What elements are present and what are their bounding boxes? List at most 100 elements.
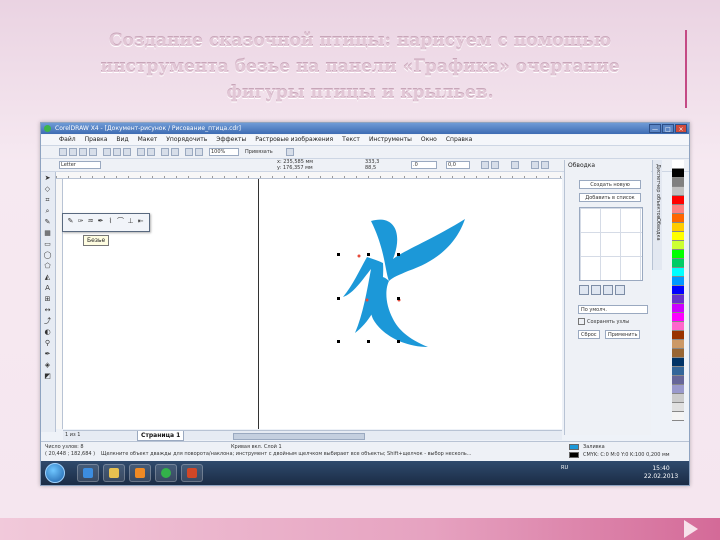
snap-to-label[interactable]: Привязать: [245, 149, 273, 155]
open-button[interactable]: [69, 148, 77, 156]
taskbar-ie[interactable]: [77, 464, 99, 482]
taskbar-media-player[interactable]: [129, 464, 151, 482]
menu-tools[interactable]: Инструменты: [369, 135, 412, 145]
system-clock[interactable]: 15:40 22.02.2013: [641, 465, 681, 481]
palette-swatch-21[interactable]: [672, 349, 684, 358]
maximize-button[interactable]: □: [662, 124, 674, 133]
bezier-tool-icon[interactable]: ✑: [76, 217, 85, 226]
export-button[interactable]: [171, 148, 179, 156]
crop-tool-icon[interactable]: ⌗: [43, 196, 52, 205]
style-option-3-icon[interactable]: [603, 285, 613, 295]
selection-handle-top-right[interactable]: [397, 253, 400, 256]
page-tab[interactable]: Страница 1: [137, 431, 185, 441]
palette-swatch-27[interactable]: [672, 403, 684, 412]
position-y-field[interactable]: y: 176,357 мм: [277, 165, 313, 171]
menu-bitmaps[interactable]: Растровые изображения: [255, 135, 333, 145]
palette-swatch-2[interactable]: [672, 178, 684, 187]
polyline-tool-icon[interactable]: ⌇: [106, 217, 115, 226]
taskbar-powerpoint[interactable]: [181, 464, 203, 482]
options-button[interactable]: [286, 148, 294, 156]
eyedropper-tool-icon[interactable]: ⚲: [43, 339, 52, 348]
redo-button[interactable]: [147, 148, 155, 156]
palette-swatch-13[interactable]: [672, 277, 684, 286]
menu-view[interactable]: Вид: [116, 135, 128, 145]
palette-swatch-22[interactable]: [672, 358, 684, 367]
ellipse-tool-icon[interactable]: ◯: [43, 251, 52, 260]
minimize-button[interactable]: —: [649, 124, 661, 133]
start-button[interactable]: [45, 463, 65, 483]
selection-handle-bottom-left[interactable]: [337, 340, 340, 343]
menu-layout[interactable]: Макет: [138, 135, 158, 145]
rotation-angle-field[interactable]: .0: [411, 161, 437, 169]
palette-swatch-18[interactable]: [672, 322, 684, 331]
tab-object-manager[interactable]: Диспетчер объектов: [654, 164, 661, 219]
copy-button[interactable]: [113, 148, 121, 156]
palette-swatch-12[interactable]: [672, 268, 684, 277]
style-option-4-icon[interactable]: [615, 285, 625, 295]
palette-swatch-3[interactable]: [672, 187, 684, 196]
palette-swatch-26[interactable]: [672, 394, 684, 403]
outline-width-field[interactable]: 0,0: [446, 161, 470, 169]
style-grid[interactable]: [579, 207, 643, 281]
palette-swatch-1[interactable]: [672, 169, 684, 178]
shape-tool-icon[interactable]: ◇: [43, 185, 52, 194]
selection-handle-middle-right[interactable]: [397, 297, 400, 300]
freehand-tool-icon[interactable]: ✎: [66, 217, 75, 226]
rectangle-tool-icon[interactable]: ▭: [43, 240, 52, 249]
apply-button[interactable]: Применить: [605, 330, 641, 339]
menu-text[interactable]: Текст: [342, 135, 360, 145]
selection-handle-bottom-center[interactable]: [367, 340, 370, 343]
text-tool-icon[interactable]: A: [43, 284, 52, 293]
palette-swatch-11[interactable]: [672, 259, 684, 268]
reset-button[interactable]: Сброс: [578, 330, 600, 339]
palette-swatch-4[interactable]: [672, 196, 684, 205]
cut-button[interactable]: [103, 148, 111, 156]
selection-handle-top-center[interactable]: [367, 253, 370, 256]
palette-swatch-16[interactable]: [672, 304, 684, 313]
horizontal-scrollbar[interactable]: 1 из 1 Страница 1: [63, 430, 562, 441]
menu-help[interactable]: Справка: [446, 135, 472, 145]
table-tool-icon[interactable]: ⊞: [43, 295, 52, 304]
menu-edit[interactable]: Правка: [85, 135, 108, 145]
outline-tool-icon[interactable]: ✒: [43, 350, 52, 359]
dimension-line-tool-icon[interactable]: ⇤: [136, 217, 145, 226]
to-back-button[interactable]: [541, 161, 549, 169]
height-field[interactable]: 88,5: [365, 165, 376, 171]
palette-swatch-8[interactable]: [672, 232, 684, 241]
palette-swatch-28[interactable]: [672, 412, 684, 421]
smart-fill-tool-icon[interactable]: ▦: [43, 229, 52, 238]
create-new-button[interactable]: Создать новую: [579, 180, 641, 189]
palette-swatch-23[interactable]: [672, 367, 684, 376]
page-navigator[interactable]: 1 из 1: [65, 431, 80, 440]
artistic-media-tool-icon[interactable]: ♒: [86, 217, 95, 226]
save-button[interactable]: [79, 148, 87, 156]
mirror-horizontal-button[interactable]: [481, 161, 489, 169]
interactive-fill-tool-icon[interactable]: ◩: [43, 372, 52, 381]
window-titlebar[interactable]: CorelDRAW X4 - [Документ-рисунок / Рисов…: [41, 123, 689, 134]
fill-tool-icon[interactable]: ◈: [43, 361, 52, 370]
to-front-button[interactable]: [531, 161, 539, 169]
palette-swatch-14[interactable]: [672, 286, 684, 295]
outline-swatch[interactable]: [569, 452, 579, 458]
pen-tool-icon[interactable]: ✒: [96, 217, 105, 226]
checkbox-box[interactable]: [578, 318, 585, 325]
palette-swatch-25[interactable]: [672, 385, 684, 394]
palette-swatch-15[interactable]: [672, 295, 684, 304]
pick-tool-icon[interactable]: ➤: [43, 174, 52, 183]
palette-swatch-17[interactable]: [672, 313, 684, 322]
zoom-level-select[interactable]: 100%: [209, 148, 239, 156]
horizontal-ruler[interactable]: [56, 172, 562, 179]
palette-swatch-19[interactable]: [672, 331, 684, 340]
keep-nodes-checkbox[interactable]: Сохранять узлы: [578, 318, 629, 325]
tab-outline[interactable]: Обводка: [654, 218, 661, 241]
palette-swatch-7[interactable]: [672, 223, 684, 232]
app-launcher-button[interactable]: [185, 148, 193, 156]
next-slide-icon[interactable]: [684, 520, 698, 538]
connector-line-tool-icon[interactable]: ⊥: [126, 217, 135, 226]
basic-shapes-tool-icon[interactable]: ◭: [43, 273, 52, 282]
close-button[interactable]: ×: [675, 124, 687, 133]
mirror-vertical-button[interactable]: [491, 161, 499, 169]
fill-swatch[interactable]: [569, 444, 579, 450]
welcome-button[interactable]: [195, 148, 203, 156]
palette-swatch-6[interactable]: [672, 214, 684, 223]
